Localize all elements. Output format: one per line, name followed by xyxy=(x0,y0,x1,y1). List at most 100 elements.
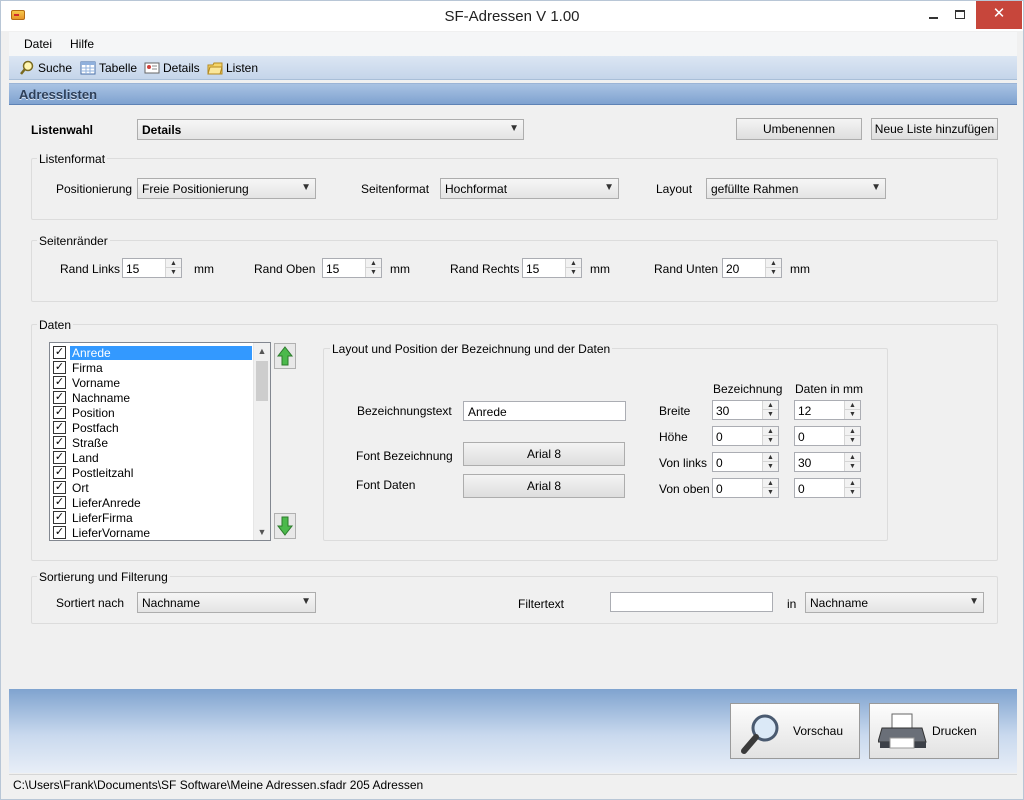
sortiert-select[interactable]: Nachname ▼ xyxy=(137,592,316,613)
checkbox[interactable]: ✓ xyxy=(53,406,66,419)
field-list-item[interactable]: ✓ LieferAnrede xyxy=(52,495,252,510)
checkbox[interactable]: ✓ xyxy=(53,376,66,389)
arrow-up-icon xyxy=(276,346,294,366)
daten-stepper[interactable]: 0 ▲ ▼ xyxy=(794,426,861,446)
listenwahl-select[interactable]: Details ▼ xyxy=(137,119,524,140)
checkbox[interactable]: ✓ xyxy=(53,346,66,359)
rand-oben-stepper[interactable]: 15 ▲ ▼ xyxy=(322,258,382,278)
field-list-item-label: LieferFirma xyxy=(72,511,133,525)
stepper-buttons[interactable]: ▲ ▼ xyxy=(365,259,381,277)
field-list-item[interactable]: ✓ Postleitzahl xyxy=(52,465,252,480)
checkbox[interactable]: ✓ xyxy=(53,391,66,404)
menu-datei[interactable]: Datei xyxy=(24,37,52,51)
move-up-button[interactable] xyxy=(274,343,296,369)
checkbox[interactable]: ✓ xyxy=(53,466,66,479)
dimension-label: Breite xyxy=(659,404,691,418)
daten-value: 0 xyxy=(798,430,805,444)
checkbox[interactable]: ✓ xyxy=(53,436,66,449)
daten-stepper[interactable]: 12 ▲ ▼ xyxy=(794,400,861,420)
rand-links-stepper[interactable]: 15 ▲ ▼ xyxy=(122,258,182,278)
font-daten-button[interactable]: Arial 8 xyxy=(463,474,625,498)
print-button[interactable]: Drucken xyxy=(869,703,999,759)
stepper-buttons[interactable]: ▲ ▼ xyxy=(565,259,581,277)
stepper-buttons[interactable]: ▲ ▼ xyxy=(844,401,860,419)
stepper-buttons[interactable]: ▲ ▼ xyxy=(765,259,781,277)
stepper-buttons[interactable]: ▲ ▼ xyxy=(762,479,778,497)
bezeichnung-stepper[interactable]: 0 ▲ ▼ xyxy=(712,426,779,446)
toolbar-details-label: Details xyxy=(163,61,200,75)
toolbar-tabelle-button[interactable]: Tabelle xyxy=(80,60,137,76)
minimize-button[interactable] xyxy=(920,1,946,29)
field-list-item[interactable]: ✓ Straße xyxy=(52,435,252,450)
daten-stepper[interactable]: 0 ▲ ▼ xyxy=(794,478,861,498)
field-list-item[interactable]: ✓ Firma xyxy=(52,360,252,375)
field-list-item[interactable]: ✓ Position xyxy=(52,405,252,420)
field-checklist[interactable]: ✓ Anrede ✓ Firma ✓ Vorname ✓ Nachname ✓ Position ✓… xyxy=(49,342,271,541)
scroll-thumb[interactable] xyxy=(256,361,268,401)
field-list-item[interactable]: ✓ Anrede xyxy=(52,345,252,360)
move-down-button[interactable] xyxy=(274,513,296,539)
rand-unten-stepper[interactable]: 20 ▲ ▼ xyxy=(722,258,782,278)
preview-button[interactable]: Vorschau xyxy=(730,703,860,759)
font-bezeichnung-button[interactable]: Arial 8 xyxy=(463,442,625,466)
bezeichnungstext-value: Anrede xyxy=(468,405,507,419)
field-list-item[interactable]: ✓ Nachname xyxy=(52,390,252,405)
title-bar: SF-Adressen V 1.00 ✕ xyxy=(1,1,1023,31)
stepper-buttons[interactable]: ▲ ▼ xyxy=(762,401,778,419)
layout-select[interactable]: gefüllte Rahmen ▼ xyxy=(706,178,886,199)
field-list-item[interactable]: ✓ LieferVorname xyxy=(52,525,252,540)
toolbar-listen-button[interactable]: Listen xyxy=(207,60,258,76)
maximize-button[interactable] xyxy=(947,1,973,29)
field-list-item-label: Vorname xyxy=(72,376,121,390)
field-list-item[interactable]: ✓ Ort xyxy=(52,480,252,495)
rand-links-value: 15 xyxy=(126,262,140,276)
filter-field-select[interactable]: Nachname ▼ xyxy=(805,592,984,613)
positionierung-select[interactable]: Freie Positionierung ▼ xyxy=(137,178,316,199)
stepper-buttons[interactable]: ▲ ▼ xyxy=(762,453,778,471)
bezeichnungstext-input[interactable]: Anrede xyxy=(463,401,626,421)
checkbox[interactable]: ✓ xyxy=(53,481,66,494)
field-list-item-label: Postleitzahl xyxy=(72,466,134,480)
rename-button[interactable]: Umbenennen xyxy=(736,118,862,140)
toolbar-details-button[interactable]: Details xyxy=(144,60,200,76)
scroll-up-icon[interactable]: ▲ xyxy=(254,343,270,359)
status-bar: C:\Users\Frank\Documents\SF Software\Mei… xyxy=(9,774,1017,794)
field-list-item[interactable]: ✓ Land xyxy=(52,450,252,465)
bezeichnung-stepper[interactable]: 30 ▲ ▼ xyxy=(712,400,779,420)
close-button[interactable]: ✕ xyxy=(976,1,1022,29)
rand-rechts-stepper[interactable]: 15 ▲ ▼ xyxy=(522,258,582,278)
bezeichnung-stepper[interactable]: 0 ▲ ▼ xyxy=(712,452,779,472)
filter-field-value: Nachname xyxy=(810,596,869,610)
seitenformat-select[interactable]: Hochformat ▼ xyxy=(440,178,619,199)
stepper-buttons[interactable]: ▲ ▼ xyxy=(844,427,860,445)
stepper-buttons[interactable]: ▲ ▼ xyxy=(165,259,181,277)
layout-label: Layout xyxy=(656,182,693,196)
field-list-item[interactable]: ✓ LieferFirma xyxy=(52,510,252,525)
stepper-buttons[interactable]: ▲ ▼ xyxy=(844,453,860,471)
checkbox[interactable]: ✓ xyxy=(53,421,66,434)
scroll-down-icon[interactable]: ▼ xyxy=(254,524,270,540)
stepper-buttons[interactable]: ▲ ▼ xyxy=(762,427,778,445)
font-bezeichnung-label: Font Bezeichnung xyxy=(356,449,453,463)
app-window: SF-Adressen V 1.00 ✕ Datei Hilfe Suche T… xyxy=(0,0,1024,800)
chevron-down-icon: ▼ xyxy=(871,182,881,193)
preview-label: Vorschau xyxy=(793,724,844,738)
toolbar-suche-button[interactable]: Suche xyxy=(19,60,72,76)
filtertext-input[interactable] xyxy=(610,592,773,612)
toolbar-listen-label: Listen xyxy=(226,61,259,75)
field-list-item[interactable]: ✓ Postfach xyxy=(52,420,252,435)
menu-hilfe[interactable]: Hilfe xyxy=(70,37,94,51)
field-list-item-label: Straße xyxy=(72,436,109,450)
checklist-scrollbar[interactable]: ▲ ▼ xyxy=(253,343,270,540)
chevron-down-icon: ▼ xyxy=(969,596,979,607)
stepper-buttons[interactable]: ▲ ▼ xyxy=(844,479,860,497)
checkbox[interactable]: ✓ xyxy=(53,511,66,524)
checkbox[interactable]: ✓ xyxy=(53,496,66,509)
daten-stepper[interactable]: 30 ▲ ▼ xyxy=(794,452,861,472)
field-list-item[interactable]: ✓ Vorname xyxy=(52,375,252,390)
checkbox[interactable]: ✓ xyxy=(53,451,66,464)
checkbox[interactable]: ✓ xyxy=(53,361,66,374)
add-list-button[interactable]: Neue Liste hinzufügen xyxy=(871,118,998,140)
bezeichnung-stepper[interactable]: 0 ▲ ▼ xyxy=(712,478,779,498)
checkbox[interactable]: ✓ xyxy=(53,526,66,539)
